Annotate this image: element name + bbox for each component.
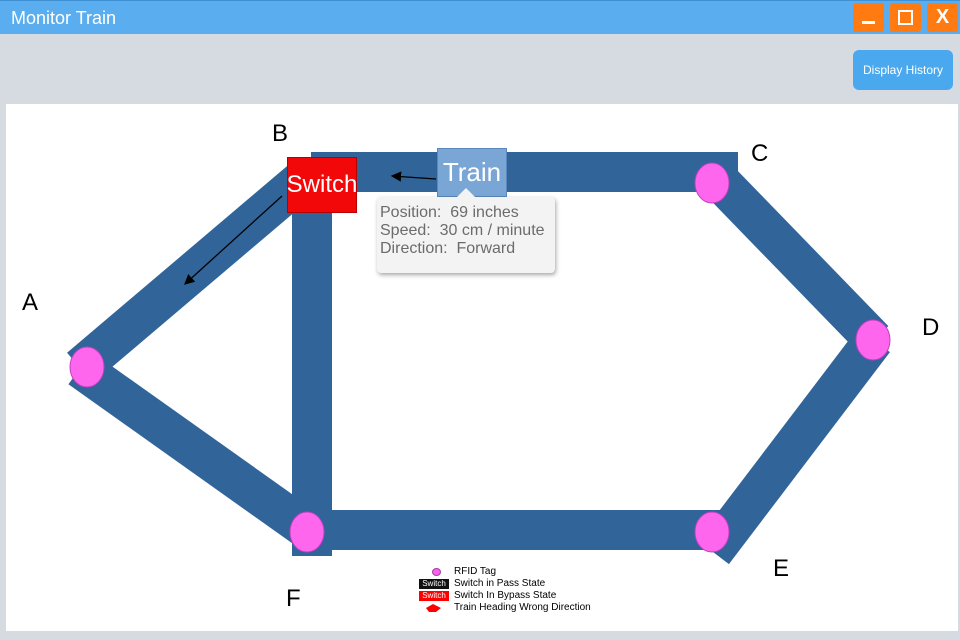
close-button[interactable]: X xyxy=(927,3,958,32)
display-history-button[interactable]: Display History xyxy=(853,50,953,90)
node-label-a: A xyxy=(22,289,39,316)
node-label-f: F xyxy=(286,585,301,612)
train-position: Position: 69 inches xyxy=(380,204,519,221)
node-label-e: E xyxy=(773,555,790,582)
monitor-train-window: Monitor Train X Display History A B C D … xyxy=(0,0,960,640)
switch-direction-arrow xyxy=(184,195,283,285)
track-c-d xyxy=(696,158,889,354)
track-a-f xyxy=(68,351,320,547)
legend-pass-label: Switch in Pass State xyxy=(454,578,546,589)
switch-bypass-icon: Switch xyxy=(419,591,449,601)
close-icon: X xyxy=(935,6,950,28)
node-label-c: C xyxy=(751,140,769,167)
legend-bypass: Switch Switch In Bypass State xyxy=(419,590,591,602)
title-bar: Monitor Train X xyxy=(0,0,960,34)
minimize-button[interactable] xyxy=(853,3,884,32)
map-legend: RFID Tag Switch Switch in Pass State Swi… xyxy=(419,566,591,614)
rfid-tag-c[interactable] xyxy=(694,162,730,204)
track-map-canvas: A B C D E F Switch Train Position: 69 in… xyxy=(6,104,958,631)
maximize-icon xyxy=(898,10,913,25)
legend-bypass-label: Switch In Bypass State xyxy=(454,590,557,601)
train-direction: Direction: Forward xyxy=(380,240,516,257)
legend-pass: Switch Switch in Pass State xyxy=(419,578,591,590)
wrong-direction-icon xyxy=(426,604,441,612)
rfid-tag-e[interactable] xyxy=(694,511,730,553)
maximize-button[interactable] xyxy=(890,3,921,32)
window-title: Monitor Train xyxy=(11,8,117,28)
rfid-tag-d[interactable] xyxy=(855,319,891,361)
legend-wrong-direction-label: Train Heading Wrong Direction xyxy=(454,602,591,613)
node-label-b: B xyxy=(272,120,289,147)
rfid-tag-icon xyxy=(432,568,441,576)
switch-pass-icon: Switch xyxy=(419,579,449,589)
train-info-tooltip: Position: 69 inches Speed: 30 cm / minut… xyxy=(377,188,555,273)
rfid-tag-f[interactable] xyxy=(289,511,325,553)
legend-rfid-label: RFID Tag xyxy=(454,566,497,577)
rfid-tag-a[interactable] xyxy=(69,346,105,388)
node-label-d: D xyxy=(922,314,940,341)
switch-b[interactable]: Switch xyxy=(287,157,357,213)
legend-wrong-direction: Train Heading Wrong Direction xyxy=(419,602,591,614)
legend-rfid: RFID Tag xyxy=(419,566,591,578)
train-speed: Speed: 30 cm / minute xyxy=(380,222,545,239)
minimize-icon xyxy=(862,21,875,24)
